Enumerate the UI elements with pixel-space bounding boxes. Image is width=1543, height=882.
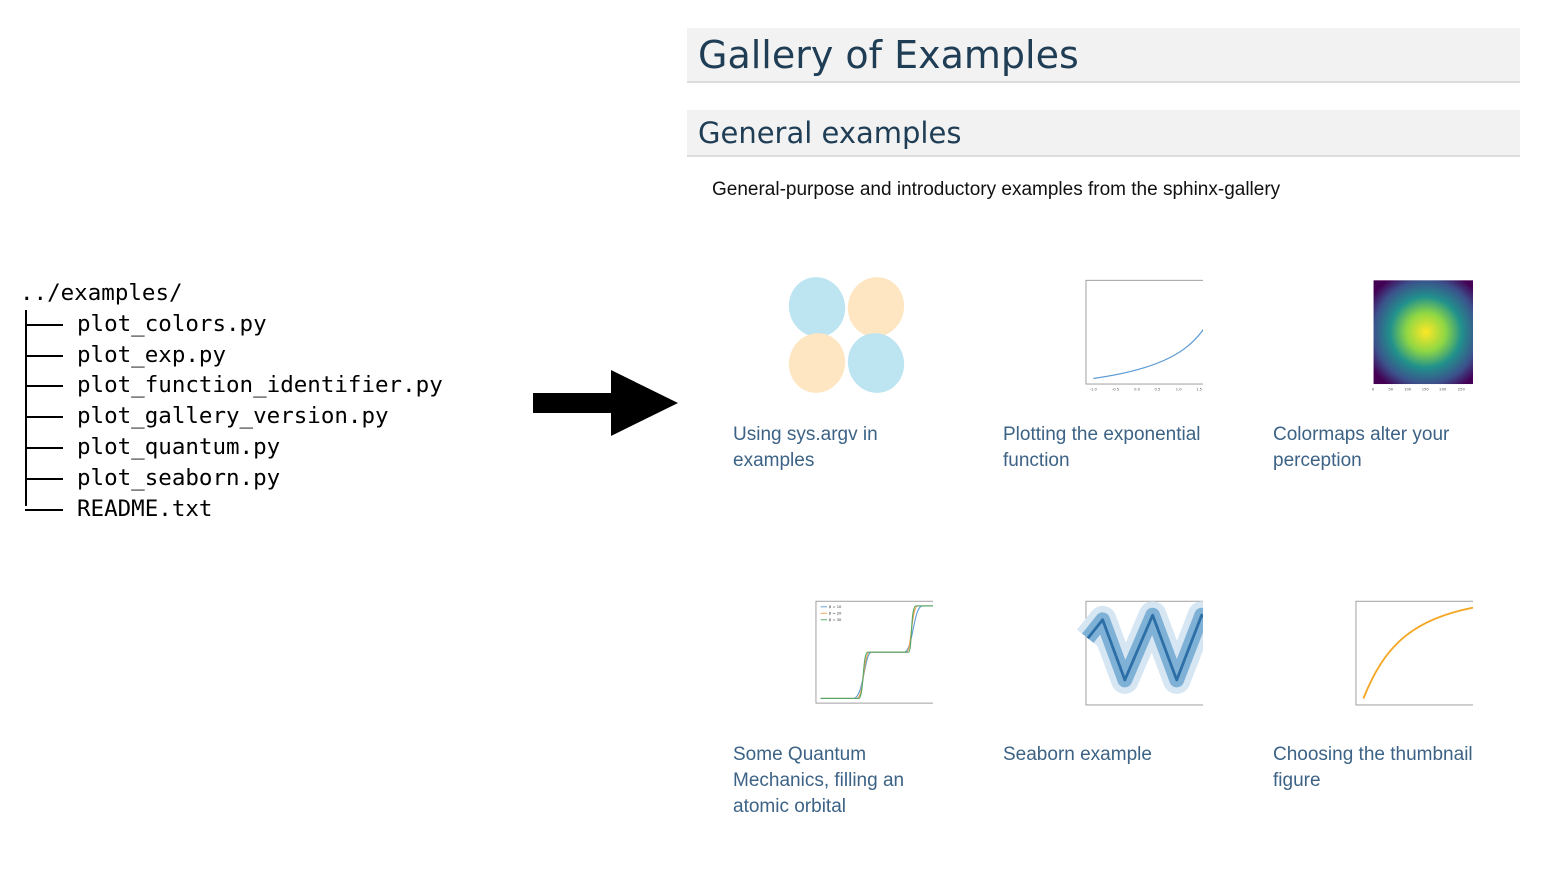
four-lobes-thumbnail bbox=[788, 277, 905, 393]
right-arrow-icon bbox=[533, 370, 678, 436]
tree-item: plot_seaborn.py bbox=[20, 463, 443, 494]
file-tree: ../examples/ plot_colors.py plot_exp.py … bbox=[20, 278, 443, 524]
svg-text:250: 250 bbox=[1458, 388, 1466, 392]
svg-text:100: 100 bbox=[1404, 388, 1412, 392]
seaborn-bands-thumbnail bbox=[1076, 600, 1203, 706]
tree-item: plot_function_identifier.py bbox=[20, 370, 443, 401]
svg-text:0.5: 0.5 bbox=[1154, 388, 1161, 392]
tree-item: plot_colors.py bbox=[20, 309, 443, 340]
exp-curve-thumbnail: -1.0-0.50.00.51.01.52.0 bbox=[1085, 279, 1203, 392]
svg-text:1.5: 1.5 bbox=[1196, 388, 1203, 392]
card-title-link[interactable]: Plotting the exponential function bbox=[1003, 422, 1233, 474]
card-title-link[interactable]: Using sys.argv in examples bbox=[733, 422, 963, 474]
legend-entry: β = 30 bbox=[829, 618, 842, 622]
svg-text:0.0: 0.0 bbox=[1134, 388, 1141, 392]
svg-text:150: 150 bbox=[1422, 388, 1430, 392]
legend-entry: β = 20 bbox=[829, 612, 842, 616]
tree-item: README.txt bbox=[20, 494, 443, 525]
tree-item: plot_exp.py bbox=[20, 340, 443, 371]
svg-text:-1.0: -1.0 bbox=[1090, 388, 1098, 392]
legend-entry: β = 10 bbox=[829, 605, 842, 609]
svg-text:-0.5: -0.5 bbox=[1112, 388, 1120, 392]
svg-text:200: 200 bbox=[1439, 388, 1447, 392]
quantum-step-thumbnail: β = 10 β = 20 β = 30 bbox=[815, 600, 933, 704]
gallery-page: Gallery of Examples General examples Gen… bbox=[687, 28, 1520, 201]
tree-item: plot_gallery_version.py bbox=[20, 401, 443, 432]
card-title-link[interactable]: Some Quantum Mechanics, filling an atomi… bbox=[733, 742, 963, 820]
card-title-link[interactable]: Colormaps alter your perception bbox=[1273, 422, 1503, 474]
page-title: Gallery of Examples bbox=[687, 28, 1520, 83]
svg-text:1.0: 1.0 bbox=[1176, 388, 1183, 392]
svg-text:0: 0 bbox=[1372, 388, 1375, 392]
section-description: General-purpose and introductory example… bbox=[712, 179, 1281, 200]
card-title-link[interactable]: Choosing the thumbnail figure bbox=[1273, 742, 1503, 794]
section-title: General examples bbox=[687, 110, 1520, 157]
orange-curve-thumbnail bbox=[1355, 600, 1473, 706]
card-title-link[interactable]: Seaborn example bbox=[1003, 742, 1233, 768]
tree-root: ../examples/ bbox=[20, 280, 183, 306]
viridis-colormap-thumbnail: 0 50 100 150 200 250 bbox=[1372, 280, 1473, 392]
svg-text:50: 50 bbox=[1388, 388, 1393, 392]
tree-item: plot_quantum.py bbox=[20, 432, 443, 463]
